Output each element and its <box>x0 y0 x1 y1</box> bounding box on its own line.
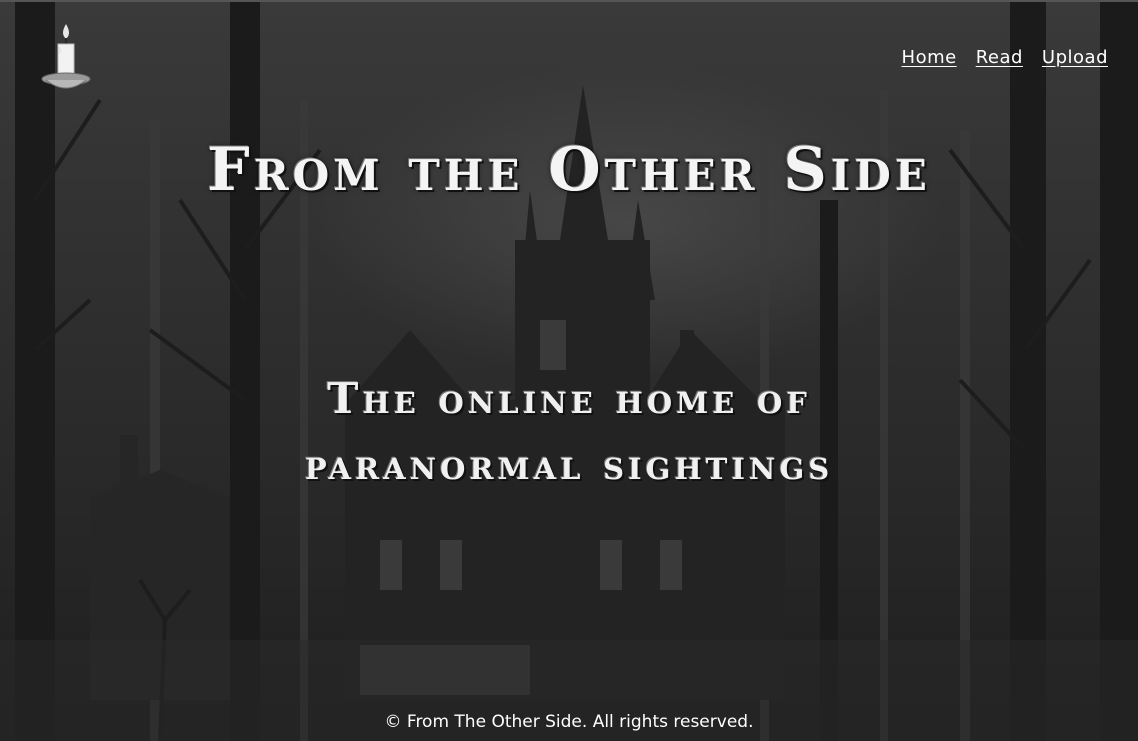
nav-upload-link[interactable]: Upload <box>1042 47 1108 68</box>
candle-icon[interactable] <box>38 22 94 96</box>
nav-home-link[interactable]: Home <box>902 47 957 68</box>
main-nav: Home Read Upload <box>902 47 1108 68</box>
footer-copyright: © From The Other Side. All rights reserv… <box>384 712 754 732</box>
page: Home Read Upload From the Other Side The… <box>0 0 1138 741</box>
site-tagline: The online home of paranormal sightings <box>304 374 834 489</box>
site-title: From the Other Side <box>207 135 931 205</box>
top-border <box>0 0 1138 2</box>
nav-read-link[interactable]: Read <box>976 47 1023 68</box>
